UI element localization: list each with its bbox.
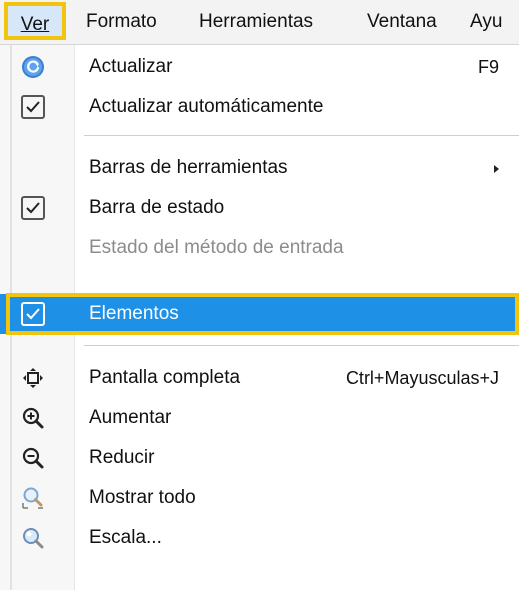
menu-item-label: Barra de estado (89, 197, 225, 218)
menu-bar: Ver Formato Herramientas Ventana Ayu (0, 0, 519, 45)
menu-item-pantalla-completa[interactable]: Pantalla completa Ctrl+Mayusculas+J (0, 358, 519, 398)
menu-item-label: Actualizar automáticamente (89, 96, 324, 117)
menu-item-label: Elementos (89, 303, 179, 324)
menu-ventana[interactable]: Ventana (367, 0, 437, 44)
menu-item-reducir[interactable]: Reducir (0, 438, 519, 478)
menu-ayuda[interactable]: Ayu (470, 0, 502, 44)
show-all-icon (20, 485, 46, 511)
menu-item-elementos[interactable]: Elementos (0, 294, 519, 334)
refresh-icon (20, 54, 46, 80)
menu-item-label: Mostrar todo (89, 487, 196, 508)
shortcut-label: F9 (477, 57, 499, 77)
zoom-in-icon (20, 405, 46, 431)
menu-item-label: Estado del método de entrada (89, 237, 344, 258)
menu-item-actualizar[interactable]: Actualizar F9 (0, 47, 519, 87)
checkmark-icon (20, 301, 46, 327)
checkmark-icon (20, 195, 46, 221)
menu-ver[interactable]: Ver (4, 2, 66, 40)
menu-item-label: Barras de herramientas (89, 157, 288, 178)
menu-item-label: Escala... (89, 527, 162, 548)
menu-item-barras-de-herramientas[interactable]: Barras de herramientas (0, 148, 519, 188)
menu-item-actualizar-automaticamente[interactable]: Actualizar automáticamente (0, 87, 519, 127)
submenu-arrow-icon (494, 165, 499, 173)
shortcut-label: Ctrl+Mayusculas+J (345, 368, 499, 388)
menu-item-estado-metodo-entrada: Estado del método de entrada (0, 228, 519, 268)
menu-item-mostrar-todo[interactable]: Mostrar todo (0, 478, 519, 518)
menu-item-label: Reducir (89, 447, 155, 468)
checkmark-icon (20, 94, 46, 120)
ver-dropdown-menu: Actualizar F9 Actualizar automáticamente… (0, 45, 519, 590)
zoom-out-icon (20, 445, 46, 471)
fullscreen-icon (20, 365, 46, 391)
menu-separator (84, 345, 519, 346)
scale-icon (20, 525, 46, 551)
menu-herramientas[interactable]: Herramientas (199, 0, 313, 44)
menu-item-label: Aumentar (89, 407, 172, 428)
menu-item-escala[interactable]: Escala... (0, 518, 519, 558)
menu-item-aumentar[interactable]: Aumentar (0, 398, 519, 438)
menu-item-label: Pantalla completa (89, 367, 241, 388)
menu-formato[interactable]: Formato (86, 0, 157, 44)
menu-separator (84, 135, 519, 136)
menu-item-label: Actualizar (89, 56, 173, 77)
menu-item-barra-de-estado[interactable]: Barra de estado (0, 188, 519, 228)
